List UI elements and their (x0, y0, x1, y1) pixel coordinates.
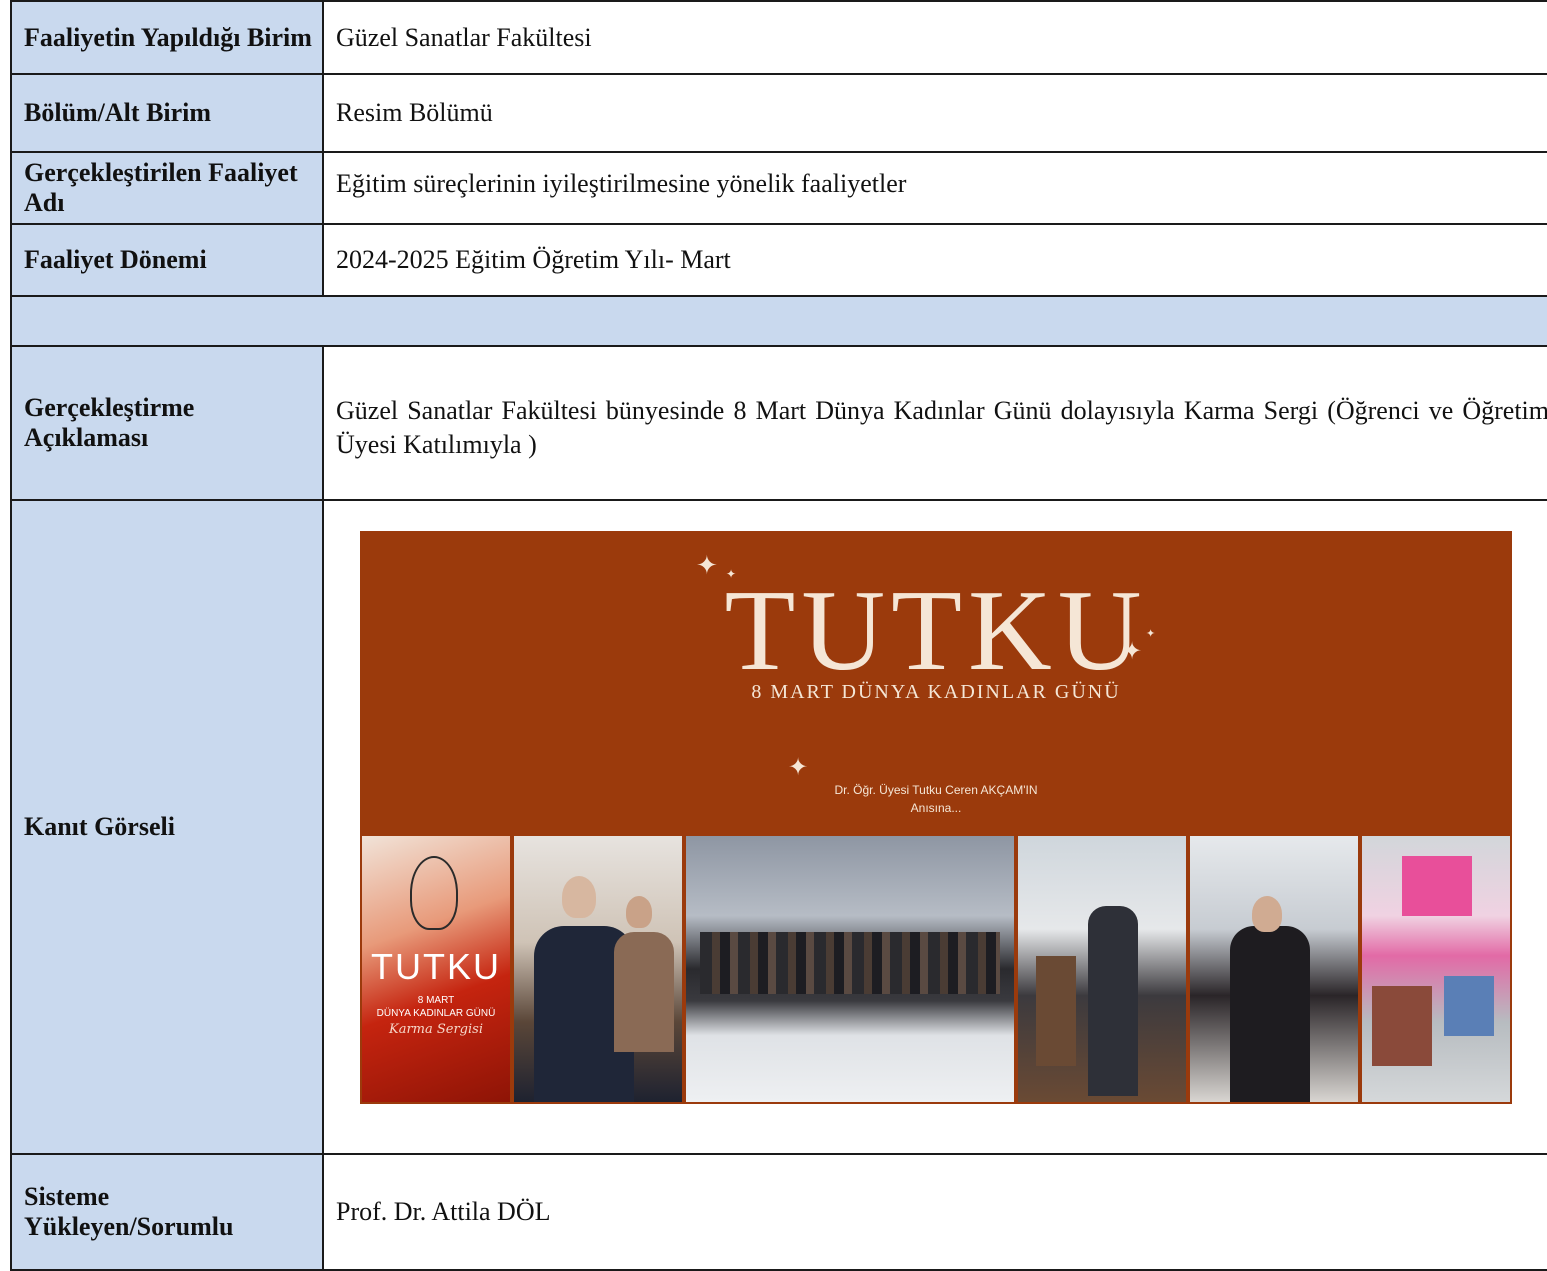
poster-script: Karma Sergisi (388, 1022, 483, 1037)
evidence-collage: ✦ ✦ ✦ ✦ ✦ TUTKU 8 MART DÜNYA KADINLAR GÜ… (360, 531, 1512, 1108)
label-responsible: Sisteme Yükleyen/Sorumlu (10, 1153, 324, 1271)
poster-subtitle: 8 MART DÜNYA KADINLAR GÜNÜ (362, 994, 510, 1020)
group-photo (684, 834, 1016, 1104)
poster-line2: DÜNYA KADINLAR GÜNÜ (376, 1008, 496, 1019)
banner-credit: Dr. Öğr. Üyesi Tutku Ceren AKÇAM'IN Anıs… (360, 781, 1512, 817)
value-evidence: ✦ ✦ ✦ ✦ ✦ TUTKU 8 MART DÜNYA KADINLAR GÜ… (322, 499, 1547, 1155)
label-activity-name: Gerçekleştirilen Faaliyet Adı (10, 151, 324, 225)
value-unit: Güzel Sanatlar Fakültesi (322, 0, 1547, 75)
value-description: Güzel Sanatlar Fakültesi bünyesinde 8 Ma… (322, 345, 1547, 501)
banner-credit-line2: Anısına... (910, 801, 962, 815)
label-evidence: Kanıt Görseli (10, 499, 324, 1155)
banner-title: TUTKU (724, 567, 1148, 695)
banner-credit-line1: Dr. Öğr. Üyesi Tutku Ceren AKÇAM'IN (834, 783, 1038, 797)
opening-applause-photo (512, 834, 684, 1104)
artworks-wall-photo (1360, 834, 1512, 1104)
woman-silhouette-icon (410, 856, 458, 930)
value-responsible: Prof. Dr. Attila DÖL (322, 1153, 1547, 1271)
separator-row (10, 295, 1547, 347)
person-body (1230, 926, 1310, 1102)
exhibition-banner: ✦ ✦ ✦ ✦ ✦ TUTKU 8 MART DÜNYA KADINLAR GÜ… (360, 531, 1512, 834)
mannequin (1036, 956, 1076, 1066)
poster-title: TUTKU (371, 946, 501, 987)
value-department: Resim Bölümü (322, 73, 1547, 153)
guests-photo (1188, 834, 1360, 1104)
row-department: Bölüm/Alt Birim Resim Bölümü (10, 73, 1547, 153)
artwork (1444, 976, 1494, 1036)
photo-strip: TUTKU 8 MART DÜNYA KADINLAR GÜNÜ Karma S… (360, 834, 1512, 1108)
activity-report-table: Faaliyetin Yapıldığı Birim Güzel Sanatla… (10, 0, 1547, 1271)
poster-line1: 8 MART (417, 995, 455, 1006)
label-description: Gerçekleştirme Açıklaması (10, 345, 324, 501)
row-evidence: Kanıt Görseli ✦ ✦ ✦ ✦ ✦ TUTKU 8 MART DÜN… (10, 499, 1547, 1155)
person-head (1252, 896, 1282, 932)
person-body (1088, 906, 1138, 1096)
sparkle-icon: ✦ (788, 753, 809, 781)
label-department: Bölüm/Alt Birim (10, 73, 324, 153)
row-activity-name: Gerçekleştirilen Faaliyet Adı Eğitim sür… (10, 151, 1547, 225)
value-period: 2024-2025 Eğitim Öğretim Yılı- Mart (322, 223, 1547, 297)
person-head (626, 896, 652, 928)
person-body (614, 932, 674, 1052)
label-unit: Faaliyetin Yapıldığı Birim (10, 0, 324, 75)
exhibition-poster-photo: TUTKU 8 MART DÜNYA KADINLAR GÜNÜ Karma S… (360, 834, 512, 1104)
row-responsible: Sisteme Yükleyen/Sorumlu Prof. Dr. Attil… (10, 1153, 1547, 1271)
row-description: Gerçekleştirme Açıklaması Güzel Sanatlar… (10, 345, 1547, 501)
group-of-people (700, 932, 1000, 994)
value-activity-name: Eğitim süreçlerinin iyileştirilmesine yö… (322, 151, 1547, 225)
label-period: Faaliyet Dönemi (10, 223, 324, 297)
row-unit: Faaliyetin Yapıldığı Birim Güzel Sanatla… (10, 0, 1547, 75)
row-period: Faaliyet Dönemi 2024-2025 Eğitim Öğretim… (10, 223, 1547, 297)
person-head (562, 876, 596, 918)
artwork-portrait (1372, 986, 1432, 1066)
separator-cell (10, 295, 1547, 347)
exhibition-visit-photo (1016, 834, 1188, 1104)
artwork (1402, 856, 1472, 916)
banner-subtitle: 8 MART DÜNYA KADINLAR GÜNÜ (751, 681, 1121, 703)
